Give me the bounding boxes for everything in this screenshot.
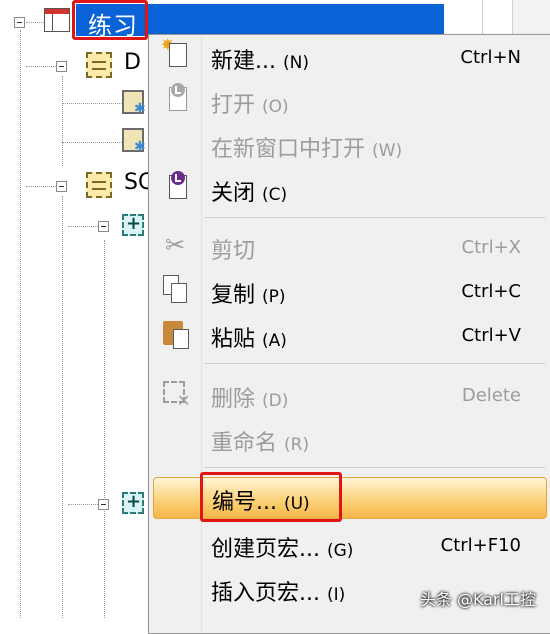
- menu-item-label: 重命名 (R): [211, 431, 310, 456]
- menu-item-shortcut: Ctrl+X: [461, 237, 521, 258]
- page-icon: ✱: [122, 90, 146, 117]
- menu-item-label: 粘贴 (A): [211, 327, 287, 352]
- gear-icon: ✱: [134, 101, 146, 117]
- menu-item-label: 删除 (D): [211, 387, 289, 412]
- annotation-highlight-box: [72, 0, 148, 40]
- menu-item-create-page-macro[interactable]: 创建页宏... (G) Ctrl+F10: [149, 525, 550, 565]
- gear-icon: ✱: [134, 139, 146, 155]
- annotation-highlight-box: [200, 472, 342, 522]
- tree-guide-line: [104, 240, 105, 618]
- context-menu: ✸ 新建... (N) Ctrl+N 打开 (O) 在新窗口中打开 (W) 关闭…: [148, 34, 550, 634]
- menu-item-shortcut: Ctrl+N: [460, 47, 521, 68]
- menu-item-new[interactable]: ✸ 新建... (N) Ctrl+N: [149, 35, 550, 77]
- plus-node-icon: [122, 213, 144, 236]
- folder-list-icon: [86, 172, 112, 198]
- tree-guide-line: [26, 186, 56, 187]
- paste-icon: [161, 319, 191, 349]
- new-document-icon: ✸: [161, 35, 191, 71]
- menu-item-numbering[interactable]: 编号... (U): [153, 472, 547, 522]
- menu-item-shortcut: Ctrl+F10: [440, 535, 521, 556]
- folder-list-icon: [86, 52, 112, 78]
- menu-item-close[interactable]: 关闭 (C): [149, 169, 550, 209]
- tree-guide-line: [62, 76, 63, 166]
- menu-item-cut[interactable]: ✂ 剪切 Ctrl+X: [149, 227, 550, 267]
- plus-node-icon: [122, 491, 144, 514]
- tree-guide-line: [26, 66, 56, 67]
- copy-icon: [161, 275, 191, 305]
- tree-guide-line: [62, 103, 122, 104]
- collapse-toggle[interactable]: [98, 499, 109, 510]
- project-icon: [44, 8, 70, 32]
- menu-item-shortcut: Ctrl+C: [461, 281, 521, 302]
- menu-item-label: 复制 (P): [211, 283, 286, 308]
- menu-item-label: 打开 (O): [211, 93, 289, 118]
- menu-item-label: 插入页宏... (I): [211, 581, 346, 606]
- tree-guide-line: [68, 226, 98, 227]
- open-icon: [161, 83, 191, 115]
- menu-item-label: 剪切: [211, 239, 256, 264]
- tree-node-label[interactable]: D: [124, 50, 141, 75]
- menu-separator: [205, 217, 545, 218]
- menu-item-copy[interactable]: 复制 (P) Ctrl+C: [149, 271, 550, 311]
- menu-item-rename[interactable]: 重命名 (R): [149, 419, 550, 459]
- watermark: 头条 @Karl工控: [419, 590, 536, 609]
- menu-item-label: 在新窗口中打开 (W): [211, 137, 403, 162]
- delete-icon: ✕: [161, 379, 191, 410]
- menu-item-label: 关闭 (C): [211, 181, 288, 206]
- close-document-icon: [161, 171, 191, 203]
- scissors-icon: ✂: [165, 231, 186, 259]
- tree-guide-line: [62, 196, 63, 618]
- collapse-toggle[interactable]: [98, 221, 109, 232]
- menu-item-open[interactable]: 打开 (O): [149, 81, 550, 121]
- menu-item-shortcut: Delete: [461, 385, 521, 406]
- page-icon: ✱: [122, 128, 146, 155]
- menu-separator: [205, 467, 545, 468]
- menu-item-delete[interactable]: ✕ 删除 (D) Delete: [149, 375, 550, 415]
- menu-separator: [205, 363, 545, 364]
- collapse-toggle[interactable]: [56, 181, 67, 192]
- tree-guide-line: [68, 504, 98, 505]
- menu-item-label: 创建页宏... (G): [211, 537, 354, 562]
- collapse-toggle[interactable]: [56, 61, 67, 72]
- menu-item-shortcut: Ctrl+V: [461, 325, 521, 346]
- menu-item-open-new-window[interactable]: 在新窗口中打开 (W): [149, 125, 550, 165]
- menu-item-label: 新建... (N): [211, 49, 309, 74]
- menu-item-paste[interactable]: 粘贴 (A) Ctrl+V: [149, 315, 550, 355]
- tree-guide-line: [20, 30, 21, 618]
- tree-guide-line: [62, 142, 122, 143]
- collapse-toggle[interactable]: [14, 17, 25, 28]
- tree-guide-line: [26, 22, 44, 23]
